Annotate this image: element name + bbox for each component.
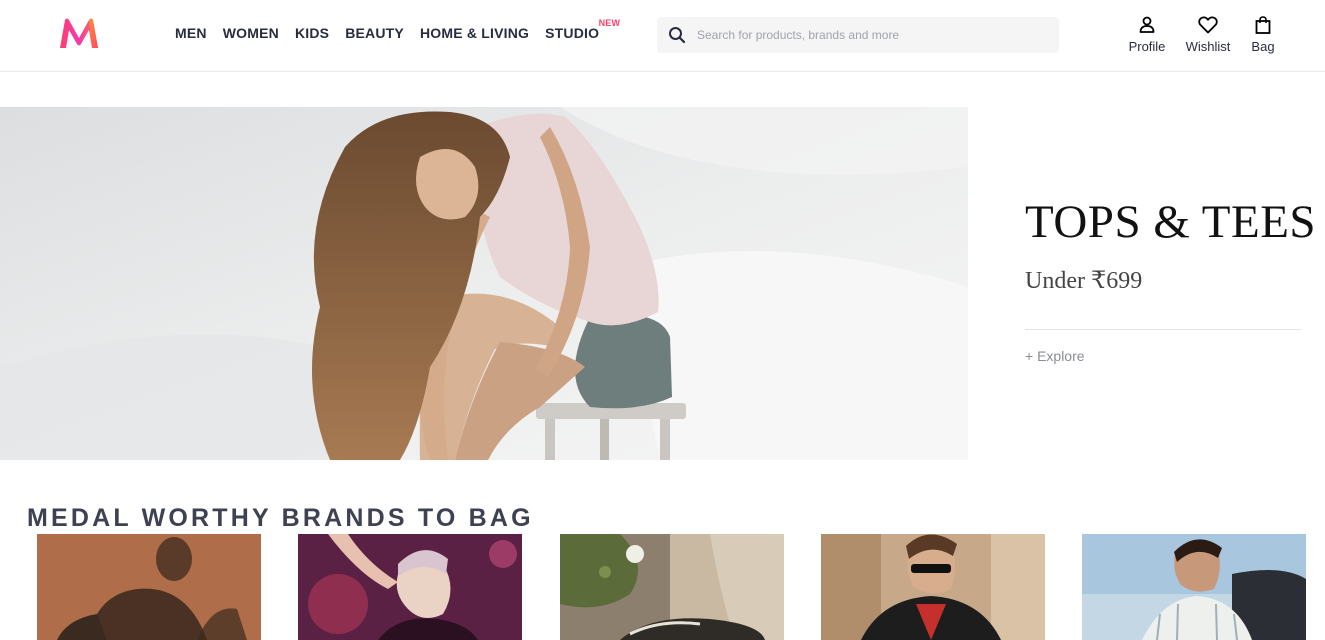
new-badge: NEW <box>598 18 621 28</box>
nav-beauty[interactable]: BEAUTY <box>345 25 404 41</box>
nav-studio[interactable]: STUDIO NEW <box>545 18 620 41</box>
brand-card[interactable] <box>37 534 261 640</box>
nav-home-living-label: HOME & LIVING <box>419 25 530 41</box>
search-icon[interactable] <box>657 17 697 53</box>
brands-section-title: MEDAL WORTHY BRANDS TO BAG <box>27 504 534 532</box>
bag-label: Bag <box>1251 39 1275 54</box>
nav-men[interactable]: MEN <box>175 25 207 41</box>
hero-subtitle: Under ₹699 <box>1025 268 1143 294</box>
search-input[interactable] <box>697 17 1037 53</box>
hero-image[interactable] <box>0 107 968 460</box>
brand-card[interactable] <box>1082 534 1306 640</box>
wishlist-label: Wishlist <box>1185 39 1231 54</box>
search-bar[interactable] <box>657 17 1059 53</box>
nav-kids[interactable]: KIDS <box>295 25 329 41</box>
top-header: MEN WOMEN KIDS BEAUTY HOME & LIVING STUD… <box>0 0 1325 72</box>
nav-beauty-label: BEAUTY <box>345 25 404 41</box>
bag-icon <box>1255 16 1271 34</box>
profile-icon <box>1139 16 1155 33</box>
nav-women-label: WOMEN <box>222 25 279 41</box>
brand-card[interactable] <box>560 534 784 640</box>
explore-link[interactable]: + Explore <box>1025 348 1085 364</box>
myntra-logo[interactable] <box>56 16 102 50</box>
header-actions: Profile Wishlist Bag <box>1120 16 1283 54</box>
brand-card[interactable] <box>821 534 1045 640</box>
heart-icon <box>1198 16 1218 34</box>
nav-home-living[interactable]: HOME & LIVING <box>420 25 529 41</box>
nav-women[interactable]: WOMEN <box>223 25 279 41</box>
hero-banner[interactable]: TOPS & TEES Under ₹699 + Explore <box>0 107 1325 460</box>
brand-card[interactable] <box>298 534 522 640</box>
hero-divider <box>1025 329 1301 330</box>
main-nav: MEN WOMEN KIDS BEAUTY HOME & LIVING STUD… <box>175 18 620 41</box>
hero-text-panel: TOPS & TEES Under ₹699 + Explore <box>1025 107 1316 460</box>
nav-men-label: MEN <box>175 25 207 41</box>
nav-kids-label: KIDS <box>294 25 330 41</box>
profile-label: Profile <box>1128 39 1166 54</box>
wishlist-button[interactable]: Wishlist <box>1175 16 1241 54</box>
profile-button[interactable]: Profile <box>1120 16 1174 54</box>
nav-studio-label: STUDIO <box>545 25 600 41</box>
bag-button[interactable]: Bag <box>1243 16 1283 54</box>
hero-title: TOPS & TEES <box>1025 196 1317 248</box>
